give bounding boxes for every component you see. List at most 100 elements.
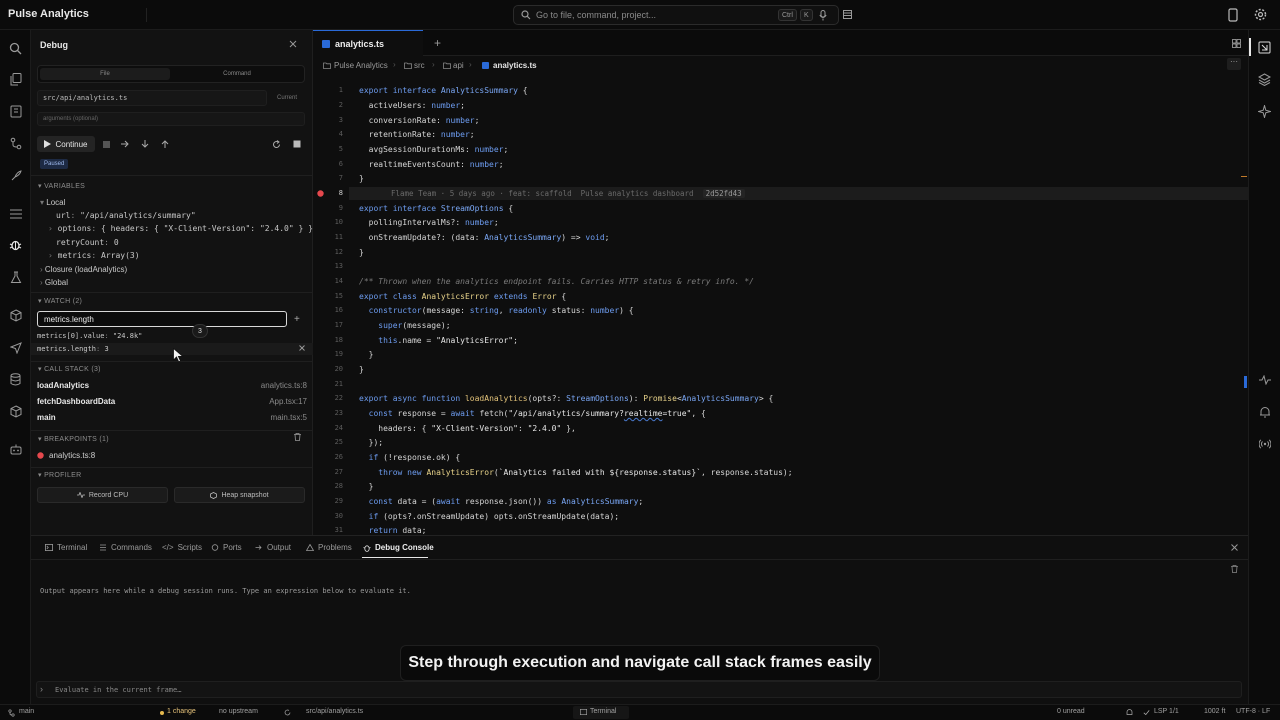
line-number[interactable]: 31 bbox=[313, 526, 343, 534]
flask-icon[interactable] bbox=[8, 270, 23, 285]
panel-tab-terminal[interactable]: Terminal bbox=[45, 543, 87, 552]
line-number[interactable]: 9 bbox=[313, 204, 343, 212]
breakpoint-dot-icon[interactable] bbox=[317, 190, 324, 197]
callstack-frame[interactable]: main main.tsx:5 bbox=[37, 411, 309, 425]
line-number[interactable]: 5 bbox=[313, 145, 343, 153]
microphone-icon[interactable] bbox=[819, 10, 827, 21]
line-number[interactable]: 18 bbox=[313, 336, 343, 344]
line-number[interactable]: 21 bbox=[313, 380, 343, 388]
status-encoding[interactable]: UTF-8 · LF bbox=[1236, 708, 1270, 715]
line-number[interactable]: 6 bbox=[313, 160, 343, 168]
breadcrumb-item[interactable]: src bbox=[414, 61, 425, 70]
bug-icon[interactable] bbox=[8, 237, 23, 252]
close-panel-icon[interactable] bbox=[1231, 544, 1238, 551]
scope-global[interactable]: › Global bbox=[40, 278, 68, 287]
trash-icon[interactable] bbox=[294, 433, 301, 441]
source-control-icon[interactable] bbox=[8, 104, 23, 119]
mode-tab-command[interactable]: Command bbox=[172, 68, 302, 80]
bell-icon[interactable] bbox=[1259, 406, 1271, 418]
panel-tab-problems[interactable]: Problems bbox=[306, 543, 352, 552]
profiler-header[interactable]: ▾ PROFILER bbox=[38, 471, 81, 479]
layout-icon[interactable] bbox=[843, 10, 852, 19]
clear-console-icon[interactable] bbox=[1231, 565, 1238, 573]
new-tab-icon[interactable]: + bbox=[434, 36, 441, 50]
line-number[interactable]: 2 bbox=[313, 101, 343, 109]
heap-snapshot-button[interactable]: Heap snapshot bbox=[174, 487, 305, 503]
status-unread[interactable]: 0 unread bbox=[1057, 708, 1085, 715]
line-number[interactable]: 1 bbox=[313, 86, 343, 94]
variables-header[interactable]: ▾ VARIABLES bbox=[38, 182, 85, 190]
line-number[interactable]: 11 bbox=[313, 233, 343, 241]
close-icon[interactable] bbox=[289, 40, 297, 48]
activity-pulse-icon[interactable] bbox=[1259, 375, 1271, 385]
variable-url[interactable]: url: "/api/analytics/summary" bbox=[56, 211, 196, 220]
cube-icon[interactable] bbox=[8, 404, 23, 419]
status-upstream[interactable]: no upstream bbox=[219, 708, 258, 715]
send-icon[interactable] bbox=[8, 340, 23, 355]
record-cpu-button[interactable]: Record CPU bbox=[37, 487, 168, 503]
line-number[interactable]: 7 bbox=[313, 174, 343, 182]
line-number[interactable]: 30 bbox=[313, 512, 343, 520]
callstack-header[interactable]: ▾ CALL STACK (3) bbox=[38, 365, 101, 373]
line-number[interactable]: 13 bbox=[313, 262, 343, 270]
line-number[interactable]: 23 bbox=[313, 409, 343, 417]
line-number[interactable]: 22 bbox=[313, 394, 343, 402]
scrollbar-thumb[interactable] bbox=[1244, 376, 1247, 388]
stop-icon[interactable] bbox=[293, 140, 301, 148]
branch-icon[interactable] bbox=[8, 136, 23, 151]
current-file-button[interactable]: Current bbox=[277, 95, 297, 101]
scope-closure[interactable]: › Closure (loadAnalytics) bbox=[40, 265, 127, 274]
sparkle-icon[interactable] bbox=[1258, 105, 1271, 118]
files-icon[interactable] bbox=[8, 72, 23, 87]
search-icon[interactable] bbox=[8, 41, 23, 56]
line-number[interactable]: 25 bbox=[313, 438, 343, 446]
gear-icon[interactable] bbox=[1254, 8, 1267, 21]
line-number[interactable]: 12 bbox=[313, 248, 343, 256]
line-number[interactable]: 20 bbox=[313, 365, 343, 373]
continue-button[interactable]: Continue bbox=[37, 136, 95, 152]
callstack-frame[interactable]: loadAnalytics analytics.ts:8 bbox=[37, 379, 309, 393]
line-number[interactable]: 16 bbox=[313, 306, 343, 314]
breadcrumb-item-current[interactable]: analytics.ts bbox=[493, 61, 537, 70]
broadcast-icon[interactable] bbox=[1259, 438, 1271, 450]
list-icon[interactable] bbox=[8, 206, 23, 221]
database-icon[interactable] bbox=[8, 372, 23, 387]
command-search[interactable]: Go to file, command, project... Ctrl K bbox=[513, 5, 839, 25]
breadcrumb-item[interactable]: Pulse Analytics bbox=[334, 61, 388, 70]
watch-header[interactable]: ▾ WATCH (2) bbox=[38, 297, 82, 305]
step-into-icon[interactable] bbox=[141, 140, 149, 148]
status-lsp[interactable]: LSP 1/1 bbox=[1154, 708, 1179, 715]
source-control-panel-icon[interactable] bbox=[1258, 41, 1271, 54]
status-terminal-button[interactable]: Terminal bbox=[573, 706, 629, 719]
mode-tab-file[interactable]: File bbox=[40, 68, 170, 80]
add-watch-icon[interactable]: + bbox=[294, 314, 300, 325]
tab-analytics-ts[interactable]: analytics.ts bbox=[313, 30, 423, 56]
variable-options[interactable]: › options: { headers: { "X-Client-Versio… bbox=[48, 224, 313, 233]
package-icon[interactable] bbox=[8, 308, 23, 323]
panel-tab-commands[interactable]: Commands bbox=[99, 543, 152, 552]
line-number[interactable]: 26 bbox=[313, 453, 343, 461]
variable-retrycount[interactable]: retryCount: 0 bbox=[56, 238, 119, 247]
status-position[interactable]: 1002 ft bbox=[1204, 708, 1225, 715]
line-number[interactable]: 15 bbox=[313, 292, 343, 300]
line-number[interactable]: 10 bbox=[313, 218, 343, 226]
more-options-button[interactable]: ··· bbox=[1227, 58, 1241, 70]
status-changes[interactable]: 1 change bbox=[167, 708, 196, 715]
callstack-frame[interactable]: fetchDashboardData App.tsx:17 bbox=[37, 395, 309, 409]
panel-tab-output[interactable]: Output bbox=[255, 543, 291, 552]
status-branch[interactable]: main bbox=[19, 708, 34, 715]
layers-icon[interactable] bbox=[1258, 73, 1271, 86]
code-area[interactable]: 1 2 3 4 5 6 7 8 9 10 11 12 13 14 15 16 17 18 19 20 21 22 23 24 2… bbox=[313, 81, 1248, 535]
line-number[interactable]: 27 bbox=[313, 468, 343, 476]
variable-metrics[interactable]: › metrics: Array(3) bbox=[48, 251, 140, 260]
line-number[interactable]: 19 bbox=[313, 350, 343, 358]
pause-icon[interactable] bbox=[103, 141, 110, 148]
status-file[interactable]: src/api/analytics.ts bbox=[306, 708, 363, 715]
sync-icon[interactable] bbox=[284, 709, 291, 716]
line-number[interactable]: 4 bbox=[313, 130, 343, 138]
step-over-icon[interactable] bbox=[121, 140, 129, 148]
panel-tab-scripts[interactable]: </> Scripts bbox=[162, 543, 202, 552]
watch-item[interactable]: metrics[0].value: "24.8k" bbox=[37, 332, 142, 340]
line-number[interactable]: 24 bbox=[313, 424, 343, 432]
bell-icon[interactable] bbox=[1126, 709, 1133, 716]
